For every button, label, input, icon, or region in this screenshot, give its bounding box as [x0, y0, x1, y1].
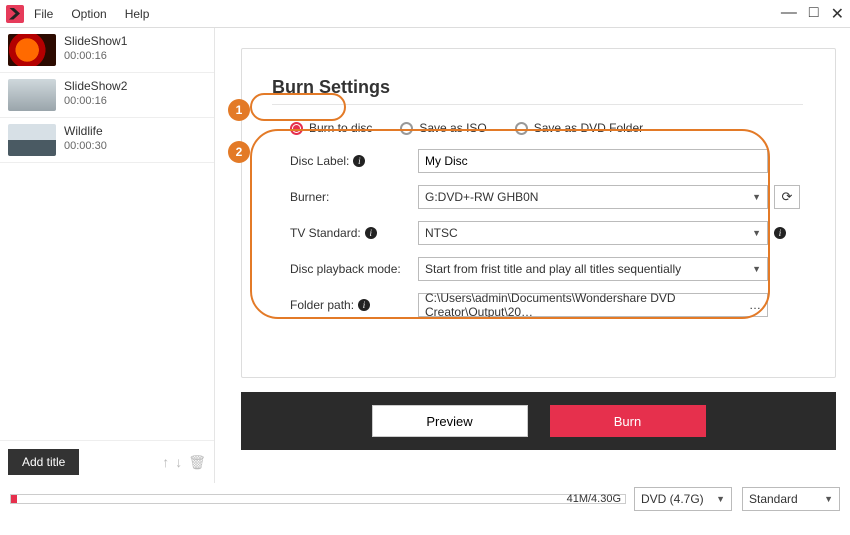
item-title: SlideShow2	[64, 79, 127, 93]
folder-path-row: Folder path:i C:\Users\admin\Documents\W…	[272, 293, 803, 317]
burner-select[interactable]: G:DVD+-RW GHB0N▼	[418, 185, 768, 209]
playback-mode-select[interactable]: Start from frist title and play all titl…	[418, 257, 768, 281]
playback-mode-row: Disc playback mode: Start from frist tit…	[272, 257, 803, 281]
item-duration: 00:00:30	[64, 140, 107, 152]
thumbnail	[8, 34, 56, 66]
refresh-burner-button[interactable]: ⟳	[774, 185, 800, 209]
browse-icon[interactable]: …	[749, 298, 761, 312]
item-duration: 00:00:16	[64, 95, 127, 107]
move-up-icon[interactable]: ↑	[162, 454, 169, 470]
item-title: Wildlife	[64, 124, 107, 138]
output-type-row: Burn to disc Save as ISO Save as DVD Fol…	[272, 113, 803, 149]
list-item[interactable]: SlideShow2 00:00:16	[0, 73, 214, 118]
info-icon[interactable]: i	[365, 227, 377, 239]
info-icon[interactable]: i	[774, 227, 786, 239]
radio-burn-to-disc[interactable]: Burn to disc	[290, 121, 372, 135]
item-duration: 00:00:16	[64, 50, 127, 62]
window-controls: — □ ✕	[781, 4, 844, 24]
move-down-icon[interactable]: ↓	[175, 454, 182, 470]
burn-settings-panel: Burn Settings 1 Burn to disc Save as ISO…	[241, 48, 836, 378]
size-progress-bar: 41M/4.30G	[10, 494, 626, 504]
add-title-button[interactable]: Add title	[8, 449, 79, 475]
list-item[interactable]: Wildlife 00:00:30	[0, 118, 214, 163]
footer: 41M/4.30G DVD (4.7G)▼ Standard▼	[0, 483, 850, 535]
menu-file[interactable]: File	[34, 7, 53, 21]
preview-button[interactable]: Preview	[372, 405, 528, 437]
title-bar: File Option Help — □ ✕	[0, 0, 850, 28]
info-icon[interactable]: i	[358, 299, 370, 311]
thumbnail	[8, 124, 56, 156]
disc-label-input[interactable]	[418, 149, 768, 173]
close-icon[interactable]: ✕	[831, 4, 844, 24]
size-text: 41M/4.30G	[567, 493, 621, 505]
action-bar: Preview Burn	[241, 392, 836, 450]
tv-standard-select[interactable]: NTSC▼	[418, 221, 768, 245]
playback-mode-label: Disc playback mode:	[290, 262, 418, 276]
folder-path-label: Folder path:i	[290, 298, 418, 312]
sidebar-items: SlideShow1 00:00:16 SlideShow2 00:00:16 …	[0, 28, 214, 440]
delete-icon[interactable]: 🗑	[188, 454, 206, 471]
tv-standard-label: TV Standard:i	[290, 226, 418, 240]
minimize-icon[interactable]: —	[781, 4, 797, 24]
callout-1: 1	[228, 99, 250, 121]
menu-option[interactable]: Option	[71, 7, 106, 21]
list-item[interactable]: SlideShow1 00:00:16	[0, 28, 214, 73]
maximize-icon[interactable]: □	[809, 4, 819, 24]
quality-select[interactable]: Standard▼	[742, 487, 840, 511]
sidebar: SlideShow1 00:00:16 SlideShow2 00:00:16 …	[0, 28, 215, 483]
chevron-down-icon: ▼	[824, 494, 833, 504]
burner-row: Burner: G:DVD+-RW GHB0N▼ ⟳	[272, 185, 803, 209]
disc-label-label: Disc Label:i	[290, 154, 418, 168]
radio-save-folder[interactable]: Save as DVD Folder	[515, 121, 643, 135]
info-icon[interactable]: i	[353, 155, 365, 167]
burn-button[interactable]: Burn	[550, 405, 706, 437]
disc-type-select[interactable]: DVD (4.7G)▼	[634, 487, 732, 511]
menu-help[interactable]: Help	[125, 7, 150, 21]
chevron-down-icon: ▼	[752, 264, 761, 274]
thumbnail	[8, 79, 56, 111]
main-area: Burn Settings 1 Burn to disc Save as ISO…	[215, 28, 850, 483]
folder-path-field[interactable]: C:\Users\admin\Documents\Wondershare DVD…	[418, 293, 768, 317]
burner-label: Burner:	[290, 190, 418, 204]
panel-title: Burn Settings	[272, 77, 803, 105]
sidebar-bottom: Add title ↑ ↓ 🗑	[0, 440, 214, 483]
radio-save-iso[interactable]: Save as ISO	[400, 121, 486, 135]
item-title: SlideShow1	[64, 34, 127, 48]
tv-standard-row: TV Standard:i NTSC▼ i	[272, 221, 803, 245]
callout-2: 2	[228, 141, 250, 163]
menu-bar: File Option Help	[34, 7, 149, 21]
chevron-down-icon: ▼	[752, 192, 761, 202]
disc-label-row: Disc Label:i	[272, 149, 803, 173]
app-icon	[6, 5, 24, 23]
chevron-down-icon: ▼	[716, 494, 725, 504]
chevron-down-icon: ▼	[752, 228, 761, 238]
